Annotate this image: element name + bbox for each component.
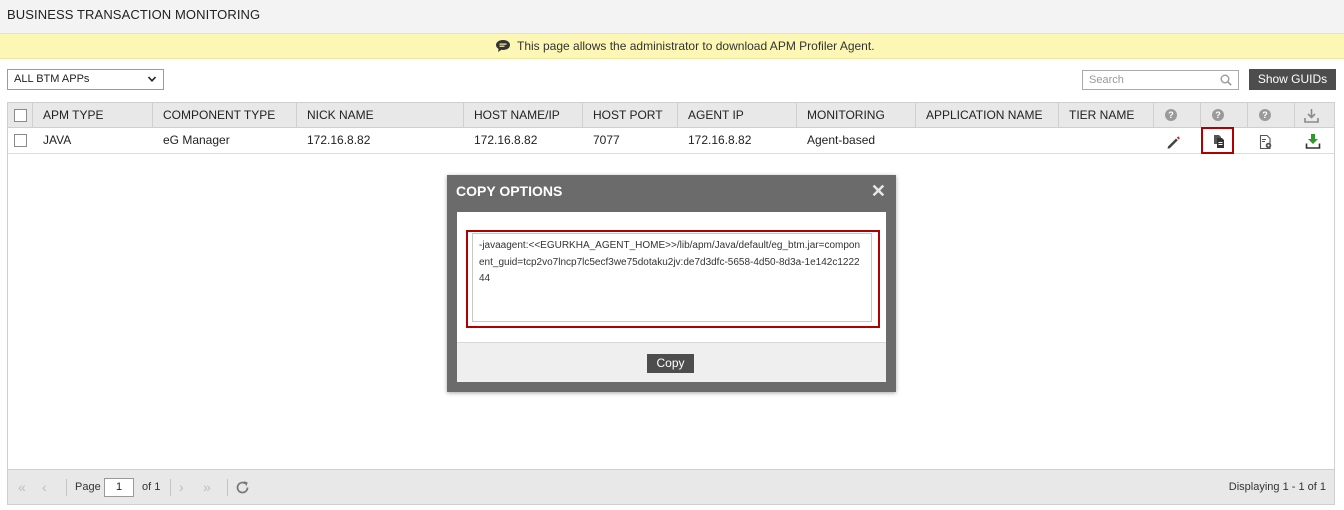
header-agent-ip[interactable]: AGENT IP (678, 103, 797, 128)
search-box (1082, 70, 1239, 90)
grid-header: APM TYPE COMPONENT TYPE NICK NAME HOST N… (8, 103, 1334, 128)
dialog-body: -javaagent:<<EGURKHA_AGENT_HOME>>/lib/ap… (457, 212, 886, 382)
page-total-label: of 1 (142, 481, 161, 493)
header-tier-name[interactable]: TIER NAME (1059, 103, 1154, 128)
cell-component-type: eG Manager (163, 133, 230, 147)
help-icon[interactable]: ? (1212, 109, 1224, 121)
edit-icon[interactable] (1165, 134, 1181, 150)
page-title: BUSINESS TRANSACTION MONITORING (7, 7, 261, 22)
prev-page-icon[interactable]: ‹ (42, 480, 56, 494)
pager-divider (170, 479, 171, 496)
header-action-copy: ? (1201, 103, 1248, 128)
btm-app-select[interactable]: ALL BTM APPs (7, 69, 164, 90)
header-monitoring[interactable]: MONITORING (797, 103, 916, 128)
copy-button[interactable]: Copy (647, 354, 694, 373)
search-icon[interactable] (1220, 74, 1232, 86)
page-label: Page (75, 481, 101, 493)
copy-options-dialog: COPY OPTIONS ✕ -javaagent:<<EGURKHA_AGEN… (447, 175, 896, 392)
info-bar: This page allows the administrator to do… (0, 33, 1344, 59)
speech-bubble-icon (496, 40, 510, 52)
close-icon[interactable]: ✕ (871, 182, 886, 200)
last-page-icon[interactable]: » (203, 480, 217, 494)
header-host-port[interactable]: HOST PORT (583, 103, 678, 128)
download-agent-icon[interactable] (1305, 133, 1321, 149)
header-apm-type[interactable]: APM TYPE (33, 103, 153, 128)
header-action-settings: ? (1248, 103, 1295, 128)
settings-file-icon[interactable] (1258, 134, 1274, 150)
pager-divider (66, 479, 67, 496)
copy-highlight-outline (1201, 127, 1234, 154)
header-nick-name[interactable]: NICK NAME (297, 103, 464, 128)
cell-agent-ip: 172.16.8.82 (688, 133, 752, 147)
page-header: BUSINESS TRANSACTION MONITORING (0, 0, 1344, 33)
pagination-bar: « ‹ Page 1 of 1 › » Displaying 1 - 1 of … (8, 469, 1334, 504)
javaagent-command-textarea[interactable]: -javaagent:<<EGURKHA_AGENT_HOME>>/lib/ap… (472, 233, 872, 322)
first-page-icon[interactable]: « (18, 480, 32, 494)
download-icon[interactable] (1303, 107, 1320, 124)
cell-tier-name (1059, 128, 1069, 153)
cell-monitoring: Agent-based (807, 133, 876, 147)
header-host-name[interactable]: HOST NAME/IP (464, 103, 583, 128)
dialog-title: COPY OPTIONS (456, 183, 563, 199)
header-action-download (1295, 103, 1334, 128)
search-input[interactable] (1083, 71, 1213, 89)
select-all-checkbox[interactable] (14, 109, 27, 122)
header-application-name[interactable]: APPLICATION NAME (916, 103, 1059, 128)
help-icon[interactable]: ? (1165, 109, 1177, 121)
pager-divider (227, 479, 228, 496)
dialog-footer: Copy (457, 342, 886, 382)
row-checkbox[interactable] (14, 134, 27, 147)
cell-host-name: 172.16.8.82 (474, 133, 538, 147)
table-row[interactable]: JAVA eG Manager 172.16.8.82 172.16.8.82 … (8, 128, 1334, 154)
help-icon[interactable]: ? (1259, 109, 1271, 121)
show-guids-button[interactable]: Show GUIDs (1249, 69, 1336, 90)
cell-nick-name: 172.16.8.82 (307, 133, 371, 147)
next-page-icon[interactable]: › (179, 480, 193, 494)
display-count: Displaying 1 - 1 of 1 (1228, 481, 1326, 493)
header-component-type[interactable]: COMPONENT TYPE (153, 103, 297, 128)
header-action-edit: ? (1154, 103, 1201, 128)
cell-host-port: 7077 (593, 133, 620, 147)
btm-app-select-value: ALL BTM APPs (14, 73, 90, 85)
refresh-icon[interactable] (234, 479, 251, 496)
cell-apm-type: JAVA (43, 133, 72, 147)
chevron-down-icon (147, 76, 157, 82)
cell-application-name (916, 128, 926, 153)
page-number-input[interactable]: 1 (104, 478, 134, 497)
header-select-cell (8, 103, 33, 128)
info-message: This page allows the administrator to do… (517, 39, 875, 53)
